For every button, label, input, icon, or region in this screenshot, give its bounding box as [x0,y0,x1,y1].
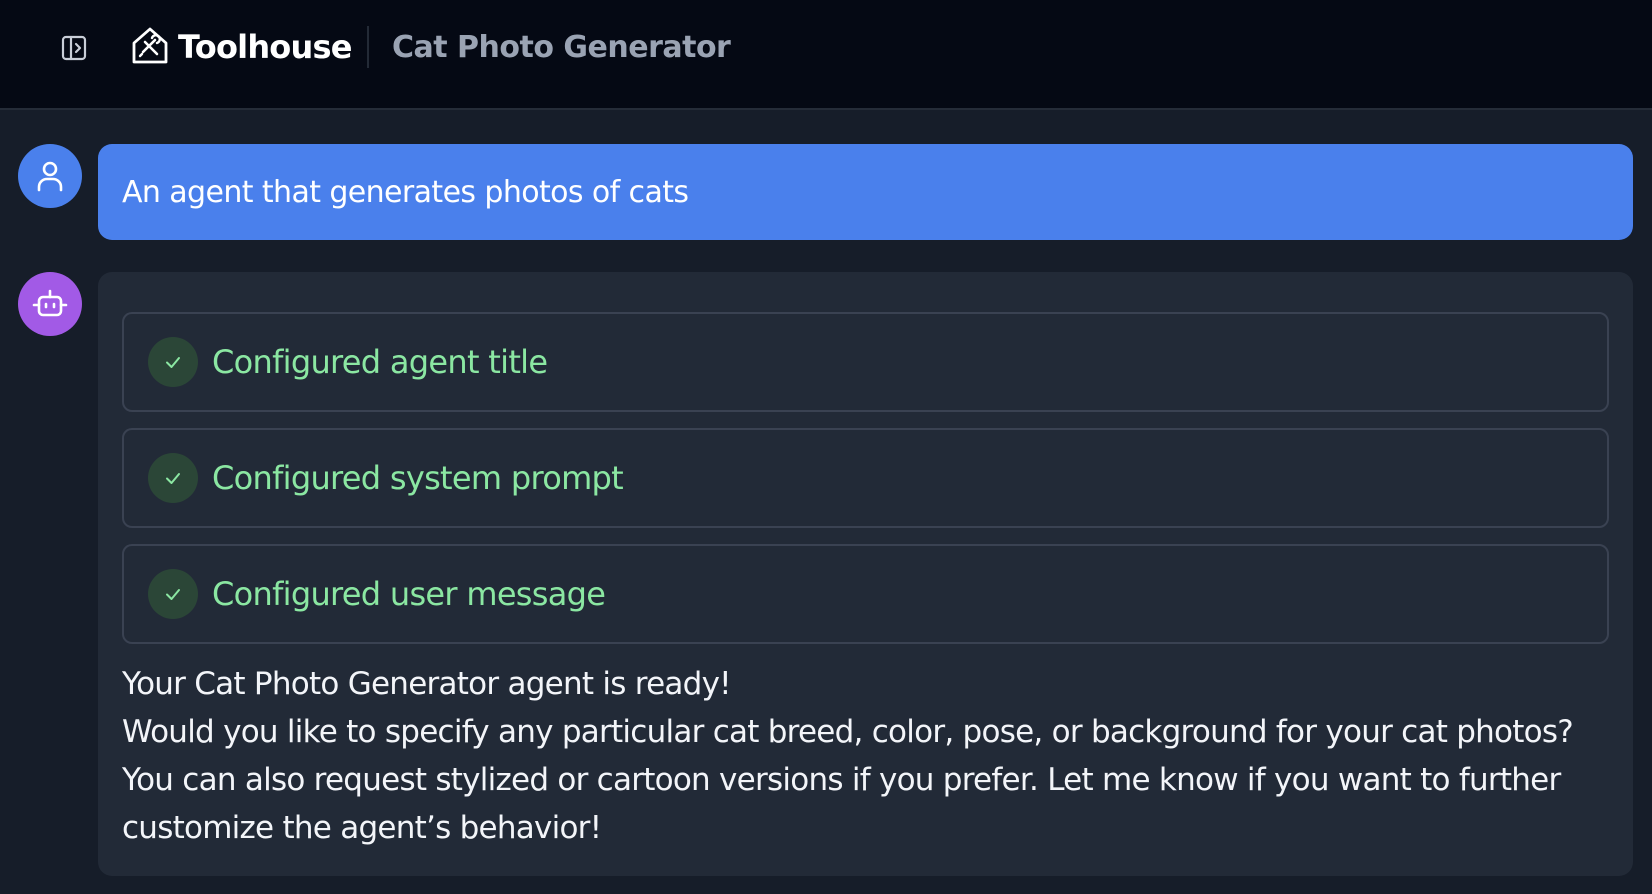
toolhouse-logo-icon [132,27,168,64]
assistant-message-text: Your Cat Photo Generator agent is ready!… [122,660,1609,852]
step-label: Configured user message [212,575,606,613]
assistant-message-line: Would you like to specify any particular… [122,714,1574,846]
sidebar-panel-icon [61,35,87,61]
user-avatar [18,144,82,208]
assistant-message-panel: Configured agent title Configured system… [98,272,1633,876]
check-icon [148,337,198,387]
assistant-avatar [18,272,82,336]
user-icon [37,161,63,192]
check-icon [148,569,198,619]
top-bar: Toolhouse Cat Photo Generator [0,0,1652,110]
assistant-message-line: Your Cat Photo Generator agent is ready! [122,666,732,702]
step-card[interactable]: Configured system prompt [122,428,1609,528]
step-card[interactable]: Configured agent title [122,312,1609,412]
sidebar-toggle-button[interactable] [52,26,96,70]
page-title: Cat Photo Generator [392,30,731,65]
user-message-text: An agent that generates photos of cats [122,174,689,210]
step-card[interactable]: Configured user message [122,544,1609,644]
check-icon [148,453,198,503]
step-label: Configured agent title [212,343,548,381]
user-message-bubble: An agent that generates photos of cats [98,144,1633,240]
brand-name[interactable]: Toolhouse [178,24,352,70]
step-label: Configured system prompt [212,459,624,497]
title-divider [367,26,369,68]
bot-icon [32,289,68,317]
